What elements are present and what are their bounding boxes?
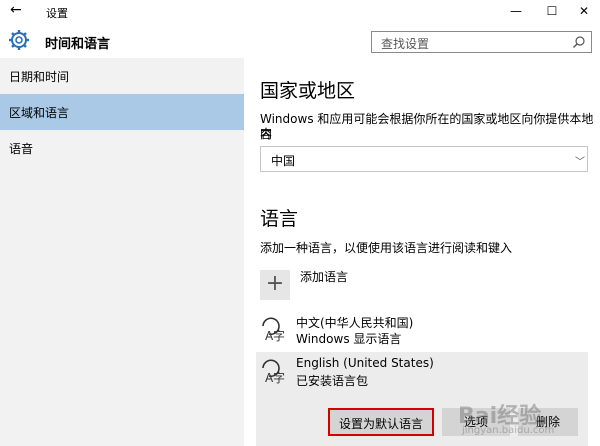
sidebar: 日期和时间 区域和语言 语音 — [0, 58, 244, 446]
sidebar-item-label: 日期和时间 — [9, 70, 70, 84]
title-bar: ← 设置 — ☐ ✕ — [0, 0, 600, 24]
region-description-line2: 容 — [260, 127, 273, 141]
language-icon: A 字 — [262, 359, 285, 385]
main-content: 国家或地区 Windows 和应用可能会根据你所在的国家或地区向你提供本地内 容… — [244, 58, 600, 446]
page-title: 时间和语言 — [45, 37, 111, 52]
sidebar-item-date-time[interactable]: 日期和时间 — [0, 58, 244, 94]
svg-text:字: 字 — [273, 370, 285, 385]
language-detail: Windows 显示语言 — [296, 332, 402, 346]
search-input[interactable]: 查找设置 — [371, 31, 592, 53]
language-detail: 已安装语言包 — [296, 374, 369, 388]
sidebar-item-speech[interactable]: 语音 — [0, 130, 244, 166]
add-language-label[interactable]: 添加语言 — [300, 270, 348, 285]
set-default-language-button[interactable]: 设置为默认语言 — [328, 408, 434, 436]
language-heading: 语言 — [260, 208, 299, 230]
back-arrow-icon[interactable]: ← — [10, 2, 22, 18]
svg-text:字: 字 — [273, 328, 285, 343]
maximize-button[interactable]: ☐ — [536, 2, 568, 20]
window-title: 设置 — [46, 7, 68, 20]
country-select-value: 中国 — [271, 154, 296, 168]
region-heading: 国家或地区 — [260, 80, 356, 102]
page-header: 时间和语言 查找设置 — [0, 24, 600, 58]
search-icon[interactable] — [572, 35, 586, 49]
close-button[interactable]: ✕ — [568, 2, 600, 20]
language-name: 中文(中华人民共和国) — [296, 316, 414, 330]
country-select[interactable]: 中国 ﹀ — [260, 146, 588, 172]
sidebar-item-region-language[interactable]: 区域和语言 — [0, 94, 244, 130]
search-placeholder: 查找设置 — [381, 37, 430, 51]
language-item-chinese[interactable]: A 字 中文(中华人民共和国) Windows 显示语言 — [256, 310, 588, 354]
add-language-button[interactable]: + — [260, 270, 290, 300]
language-icon: A 字 — [262, 317, 285, 343]
sidebar-item-label: 区域和语言 — [9, 106, 70, 120]
language-name: English (United States) — [296, 356, 434, 370]
language-description: 添加一种语言，以便使用该语言进行阅读和键入 — [260, 241, 513, 255]
sidebar-item-label: 语音 — [9, 142, 34, 156]
region-description-line1: Windows 和应用可能会根据你所在的国家或地区向你提供本地内 — [260, 112, 594, 141]
watermark-url: jingyan.baidu.com — [462, 425, 555, 436]
minimize-button[interactable]: — — [500, 2, 532, 20]
gear-icon — [9, 30, 29, 50]
language-item-english[interactable]: A 字 English (United States) 已安装语言包 — [256, 352, 588, 396]
chevron-down-icon: ﹀ — [575, 157, 585, 168]
